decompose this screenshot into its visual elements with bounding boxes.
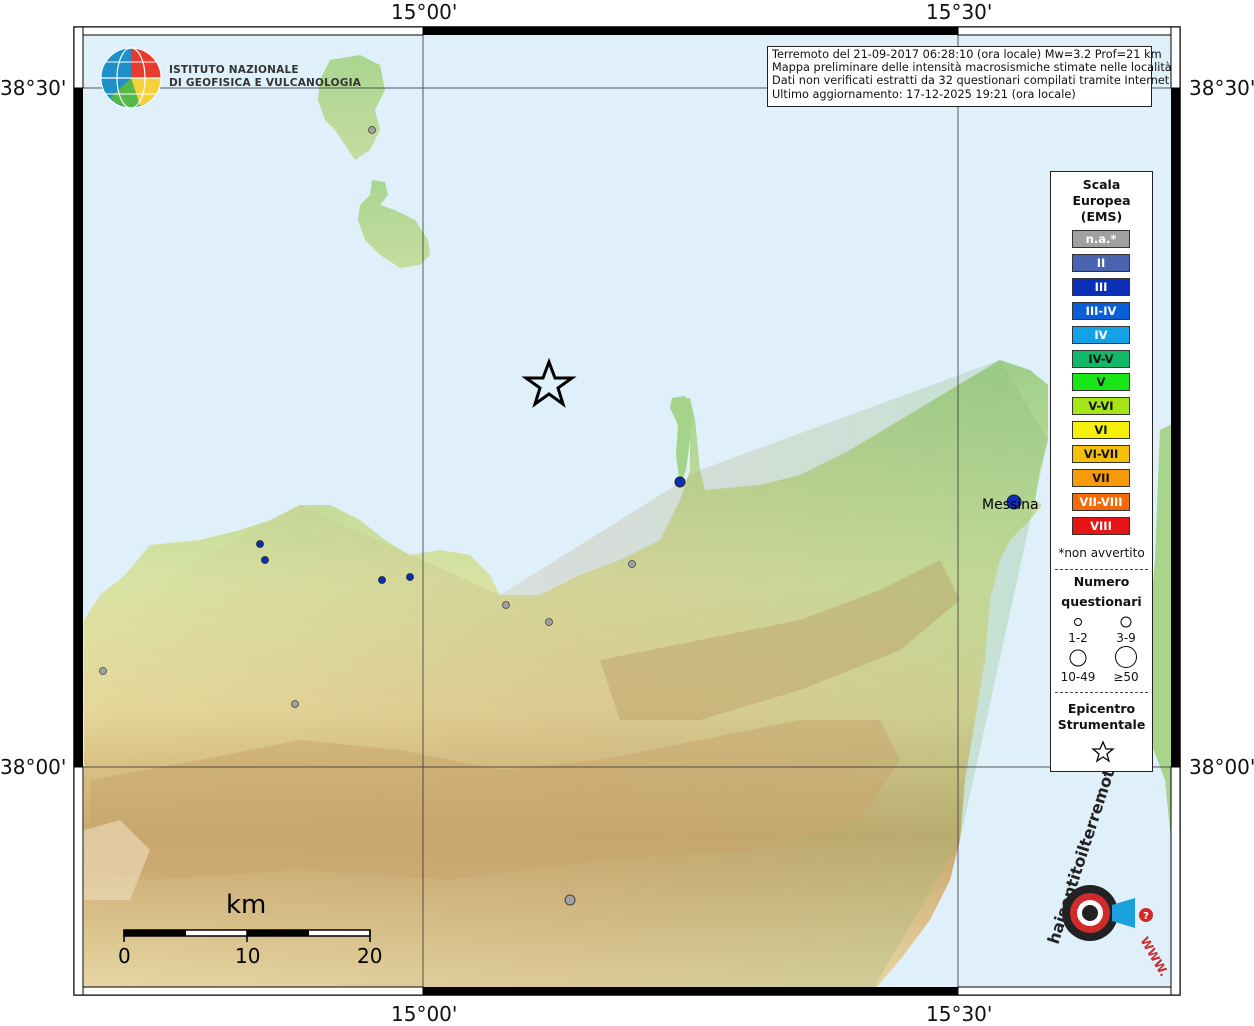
info-line: Ultimo aggiornamento: 17-12-2025 19:21 (…: [772, 87, 1076, 101]
ems-swatch: VII-VIII: [1072, 492, 1130, 511]
count-label: 10-49: [1060, 670, 1096, 684]
legend-count-title-1: Numero: [1073, 574, 1130, 589]
ems-swatch: V-VI: [1072, 397, 1130, 416]
lat-label-lower-right: 38°00': [1189, 755, 1254, 779]
obs-point: [502, 601, 510, 609]
obs-point: [406, 573, 414, 581]
obs-point: [378, 576, 386, 584]
legend-title-2: Europea: [1072, 193, 1131, 208]
ems-swatch: II: [1072, 253, 1130, 272]
legend-epicenter-2: Strumentale: [1057, 717, 1146, 732]
obs-point: [674, 476, 686, 488]
ems-swatch: V: [1072, 373, 1130, 392]
obs-point: [256, 540, 264, 548]
info-line: Mappa preliminare delle intensità macros…: [772, 61, 1172, 75]
legend-star-icon: [1091, 740, 1115, 763]
ems-swatch: III-IV: [1072, 301, 1130, 320]
ems-swatch: VI: [1072, 421, 1130, 440]
ingv-line-1: ISTITUTO NAZIONALE: [169, 64, 299, 76]
legend-count-title-2: questionari: [1061, 594, 1142, 609]
ems-swatch: IV-V: [1072, 349, 1130, 368]
event-info-box: Terremoto del 21-09-2017 06:28:10 (ora l…: [767, 46, 1173, 107]
lat-label-upper-left: 38°30': [0, 76, 67, 100]
ems-swatch: VII: [1072, 469, 1130, 487]
ingv-line-2: DI GEOFISICA E VULCANOLOGIA: [169, 77, 362, 89]
count-label: ≥50: [1113, 670, 1139, 684]
ems-swatch: n.a.*: [1072, 230, 1130, 248]
ems-swatch: VI-VII: [1072, 445, 1130, 464]
scale-bar-tick: 10: [235, 944, 261, 968]
lon-label-top-left: 15°00': [391, 0, 458, 24]
legend-divider: [1055, 569, 1148, 570]
lon-label-bottom-left: 15°00': [391, 1002, 458, 1026]
ems-swatch: IV: [1072, 325, 1130, 344]
obs-point: [368, 126, 376, 134]
scale-bar-tick: 0: [118, 944, 131, 968]
legend-title-3: (EMS): [1080, 209, 1123, 224]
lat-label-upper-right: 38°30': [1189, 76, 1254, 100]
lon-label-bottom-right: 15°30': [926, 1002, 993, 1026]
obs-point: [261, 556, 269, 564]
legend-not-felt: *non avvertito: [1058, 546, 1145, 560]
svg-text:?: ?: [1143, 911, 1149, 922]
obs-point: [564, 894, 576, 906]
obs-point: [628, 560, 636, 568]
legend-epicenter-1: Epicentro: [1067, 701, 1136, 716]
info-line: Dati non verificati estratti da 32 quest…: [772, 74, 1173, 88]
legend-title-1: Scala: [1082, 177, 1121, 192]
scale-bar-unit: km: [226, 890, 267, 920]
ingv-logo-text: ISTITUTO NAZIONALE DI GEOFISICA E VULCAN…: [169, 64, 361, 90]
place-label-messina: Messina: [982, 497, 1039, 513]
ingv-globe-logo-icon: [100, 47, 162, 109]
info-line: Terremoto del 21-09-2017 06:28:10 (ora l…: [772, 48, 1162, 61]
count-label: 3-9: [1116, 631, 1136, 645]
lat-label-lower-left: 38°00': [0, 755, 67, 779]
ems-legend: Scala Europea (EMS) n.a.* II III III-IV IV IV…: [1050, 171, 1153, 772]
obs-point: [291, 700, 299, 708]
ems-swatch: VIII: [1072, 516, 1130, 535]
scale-bar-tick: 20: [357, 944, 383, 968]
obs-point: [545, 618, 553, 626]
obs-point: [99, 667, 107, 675]
ems-swatch: III: [1072, 277, 1130, 296]
legend-divider: [1055, 692, 1148, 693]
lon-label-top-right: 15°30': [926, 0, 993, 24]
count-label: 1-2: [1068, 631, 1088, 645]
